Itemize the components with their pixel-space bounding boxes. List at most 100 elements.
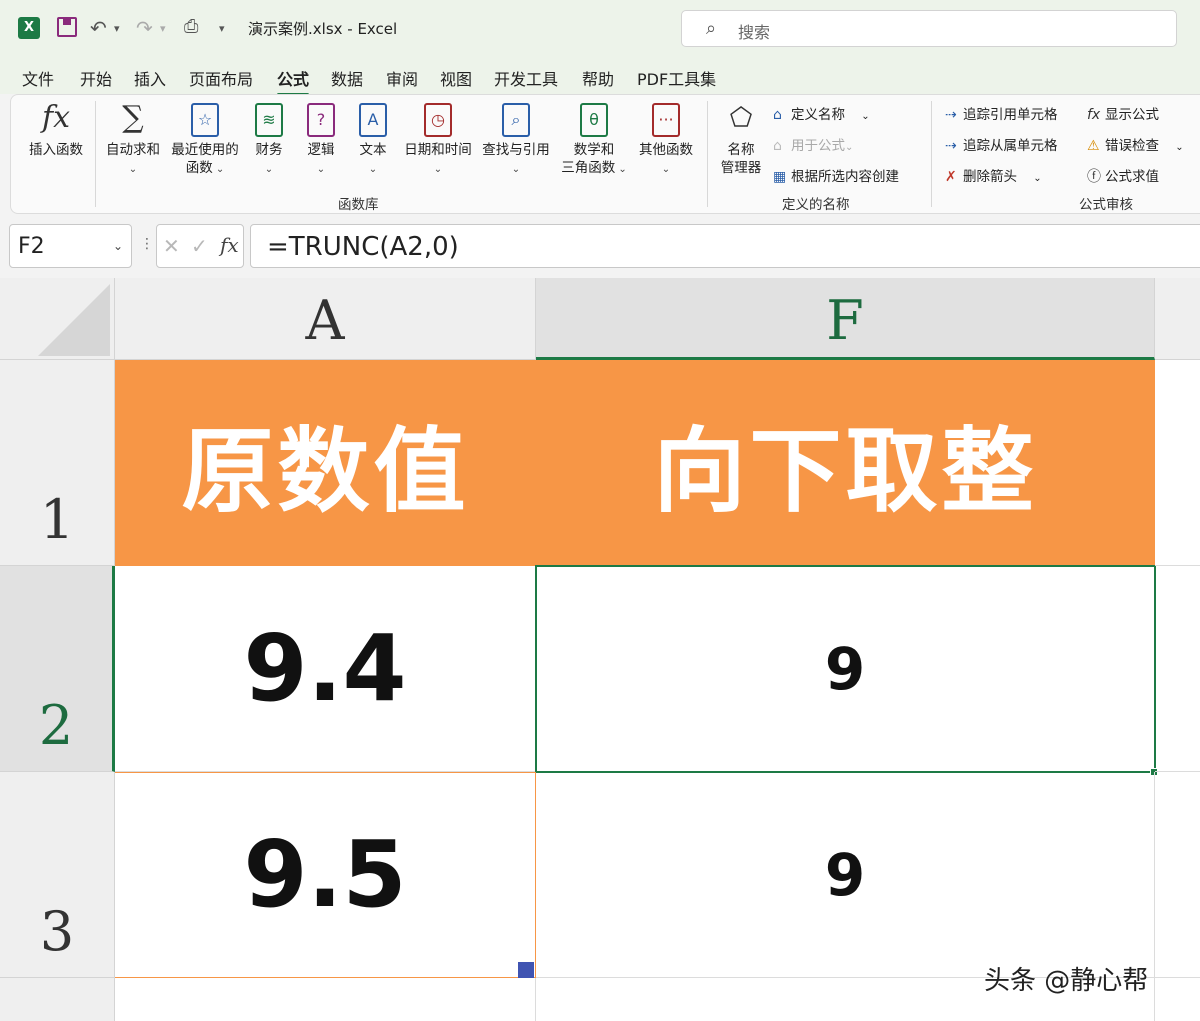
formula-tag-icon: ⌂ <box>773 138 782 154</box>
more-options-icon[interactable]: ⋮ <box>140 236 154 252</box>
cell-f2[interactable]: 9 <box>535 565 1156 773</box>
search-input[interactable]: ⌕ 搜索 <box>681 10 1177 47</box>
autosum-button[interactable]: ∑ 自动求和 ⌄ <box>103 103 163 179</box>
chevron-down-icon: ⌄ <box>433 164 443 175</box>
redo-icon[interactable]: ↷ <box>136 16 153 40</box>
recently-used-button[interactable]: ☆ 最近使用的 函数 ⌄ <box>167 103 243 179</box>
theta-book-icon: θ <box>580 103 608 137</box>
show-formulas-button[interactable]: fx 显示公式 <box>1087 103 1159 123</box>
trace-precedents-label: 追踪引用单元格 <box>963 107 1058 123</box>
column-header-next[interactable] <box>1155 278 1200 360</box>
insert-function-button[interactable]: fx 插入函数 <box>25 103 87 159</box>
title-bar: X ↶ ▾ ↷ ▾ ⎙ ▾ 演示案例.xlsx - Excel ⌕ 搜索 <box>0 0 1200 56</box>
trace-dependents-icon: ⇢ <box>945 138 957 154</box>
chevron-down-icon: ⌄ <box>511 164 521 175</box>
cell-f1[interactable]: 向下取整 <box>536 360 1155 566</box>
quick-analysis-icon[interactable] <box>518 962 534 978</box>
cell-a2[interactable]: 9.4 <box>115 566 536 772</box>
row-header-2[interactable]: 2 <box>0 566 115 772</box>
create-from-selection-button[interactable]: ▦ 根据所选内容创建 <box>773 165 899 185</box>
worksheet-grid: A F 1 2 3 原数值 向下取整 9.4 9 9.5 9 <box>0 278 1200 1021</box>
math-label: 数学和 <box>573 142 615 158</box>
tab-home[interactable]: 开始 <box>80 66 112 90</box>
tab-formulas[interactable]: 公式 <box>277 66 310 96</box>
save-icon[interactable] <box>57 17 77 37</box>
coins-book-icon: ≋ <box>255 103 283 137</box>
tab-page-layout[interactable]: 页面布局 <box>189 66 253 90</box>
error-checking-button[interactable]: ⚠ 错误检查 ⌄ <box>1087 134 1184 154</box>
print-preview-icon[interactable]: ⎙ <box>184 16 198 37</box>
column-header-a[interactable]: A <box>115 278 536 360</box>
math-trig-button[interactable]: θ 数学和 三角函数 ⌄ <box>557 103 631 179</box>
remove-arrows-icon: ✗ <box>945 169 957 185</box>
cell-f2-text: 9 <box>824 634 866 703</box>
tab-developer[interactable]: 开发工具 <box>494 66 558 90</box>
financial-button[interactable]: ≋ 财务 ⌄ <box>247 103 291 179</box>
customize-toolbar-icon[interactable]: ▾ <box>219 22 225 35</box>
tab-file[interactable]: 文件 <box>22 66 54 90</box>
trace-precedents-button[interactable]: ⇢ 追踪引用单元格 <box>945 103 1058 123</box>
formula-text: =TRUNC(A2,0) <box>267 232 459 262</box>
cell-g3[interactable] <box>1155 772 1200 978</box>
enter-icon[interactable]: ✓ <box>191 234 208 258</box>
redo-dropdown-icon[interactable]: ▾ <box>160 22 166 35</box>
tab-view[interactable]: 视图 <box>440 66 472 90</box>
letter-a-book-icon: A <box>359 103 387 137</box>
more-functions-button[interactable]: ··· 其他函数 ⌄ <box>635 103 697 179</box>
row-header-1-label: 1 <box>39 488 75 551</box>
name-manager-label: 名称 <box>727 142 755 158</box>
ribbon-divider <box>931 101 932 207</box>
search-icon: ⌕ <box>706 18 717 39</box>
fx-icon: fx <box>42 100 71 135</box>
tab-data[interactable]: 数据 <box>331 66 363 90</box>
cell-a3-text: 9.5 <box>243 821 407 928</box>
tab-help[interactable]: 帮助 <box>582 66 614 90</box>
undo-dropdown-icon[interactable]: ▾ <box>114 22 120 35</box>
formula-input[interactable]: =TRUNC(A2,0) <box>250 224 1200 268</box>
trace-precedents-icon: ⇢ <box>945 107 957 123</box>
row-header-1[interactable]: 1 <box>0 360 115 566</box>
financial-label: 财务 <box>255 142 283 158</box>
remove-arrows-button[interactable]: ✗ 删除箭头 ⌄ <box>945 165 1042 185</box>
evaluate-formula-button[interactable]: ⓕ 公式求值 <box>1087 165 1159 186</box>
text-button[interactable]: A 文本 ⌄ <box>351 103 395 179</box>
cell-a4[interactable] <box>115 978 536 1021</box>
undo-icon[interactable]: ↶ <box>90 16 107 40</box>
chevron-down-icon: ⌄ <box>1175 142 1184 153</box>
chevron-down-icon: ⌄ <box>661 164 671 175</box>
remove-arrows-label: 删除箭头 <box>963 169 1017 185</box>
chevron-down-icon: ⌄ <box>264 164 274 175</box>
tab-pdf-tools[interactable]: PDF工具集 <box>637 66 716 90</box>
select-all-button[interactable] <box>0 278 115 360</box>
evaluate-formula-label: 公式求值 <box>1105 169 1159 185</box>
show-formulas-icon: fx <box>1087 107 1101 123</box>
row-header-3[interactable]: 3 <box>0 772 115 978</box>
cancel-icon[interactable]: ✕ <box>163 234 180 258</box>
cell-a3[interactable]: 9.5 <box>115 772 536 978</box>
chevron-down-icon: ⌄ <box>861 111 870 122</box>
cell-g1[interactable] <box>1155 360 1200 566</box>
lookup-button[interactable]: ⌕ 查找与引用 ⌄ <box>479 103 553 179</box>
define-name-label: 定义名称 <box>791 107 845 123</box>
datetime-button[interactable]: ◷ 日期和时间 ⌄ <box>401 103 475 179</box>
define-name-button[interactable]: ⌂ 定义名称 ⌄ <box>773 103 870 123</box>
document-title: 演示案例.xlsx - Excel <box>248 20 398 38</box>
trace-dependents-button[interactable]: ⇢ 追踪从属单元格 <box>945 134 1058 154</box>
tab-review[interactable]: 审阅 <box>386 66 418 90</box>
cell-a1[interactable]: 原数值 <box>115 360 536 566</box>
use-in-formula-button[interactable]: ⌂ 用于公式⌄ <box>773 134 853 154</box>
tag-icon: ⬠ <box>729 103 753 133</box>
logical-button[interactable]: ? 逻辑 ⌄ <box>299 103 343 179</box>
cell-f3[interactable]: 9 <box>536 772 1155 978</box>
chevron-down-icon[interactable]: ⌄ <box>113 239 123 253</box>
name-manager-button[interactable]: ⬠ 名称 管理器 <box>715 103 767 177</box>
tab-insert[interactable]: 插入 <box>134 66 166 90</box>
name-box[interactable]: F2 ⌄ <box>9 224 132 268</box>
chevron-down-icon: ⌄ <box>615 164 627 175</box>
insert-function-icon[interactable]: fx <box>220 233 239 257</box>
column-header-f[interactable]: F <box>536 278 1155 360</box>
cell-g2[interactable] <box>1155 566 1200 772</box>
row-header-4[interactable] <box>0 978 115 1021</box>
warning-icon: ⚠ <box>1087 138 1100 154</box>
autosum-label: 自动求和 <box>106 142 160 158</box>
